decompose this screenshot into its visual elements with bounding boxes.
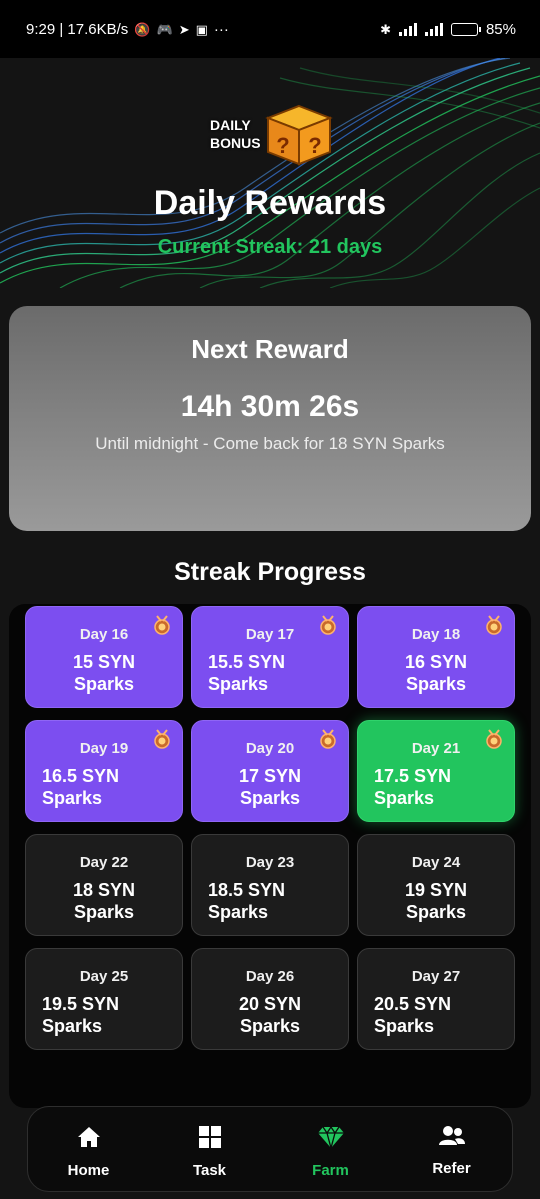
day-reward: 20.5 SYN Sparks	[374, 994, 452, 1036]
day-card-day-22: Day 22 18 SYN Sparks	[25, 834, 183, 936]
status-bar: 9:29 | 17.6KB/s 🔕 🎮 ➤ ▣ ··· ✱ 85%	[0, 0, 540, 58]
next-reward-title: Next Reward	[191, 334, 349, 364]
day-card-day-23: Day 23 18.5 SYN Sparks	[191, 834, 349, 936]
nav-item-task[interactable]: Task	[149, 1107, 270, 1191]
streak-progress-title: Streak Progress	[174, 558, 366, 586]
home-icon	[76, 1125, 102, 1154]
day-card-day-21[interactable]: Day 21 17.5 SYN Sparks	[357, 720, 515, 822]
day-reward: 17 SYN Sparks	[238, 766, 302, 808]
day-label: Day 25	[79, 968, 129, 985]
day-label: Day 27	[411, 968, 461, 985]
battery-percent: 85%	[485, 21, 516, 38]
hero-header: DAILY BONUS ? ? Daily Rewards Current St…	[0, 58, 540, 288]
status-left: 9:29 | 17.6KB/s 🔕 🎮 ➤ ▣ ···	[26, 21, 229, 38]
day-reward: 19.5 SYN Sparks	[42, 994, 120, 1036]
diamond-icon	[317, 1125, 345, 1154]
day-label: Day 22	[79, 854, 129, 871]
day-label: Day 18	[411, 626, 461, 643]
day-card-day-20: Day 20 17 SYN Sparks	[191, 720, 349, 822]
medal-icon	[320, 729, 336, 749]
day-card-day-25: Day 25 19.5 SYN Sparks	[25, 948, 183, 1050]
day-card-day-18: Day 18 16 SYN Sparks	[357, 606, 515, 708]
streak-progress-grid-container[interactable]: Day 16 15 SYN Sparks Day 17 15.5 SYN Sparks…	[9, 604, 531, 1108]
medal-icon	[486, 729, 502, 749]
current-streak: Current Streak: 21 days	[157, 236, 383, 258]
day-reward: 15.5 SYN Sparks	[208, 652, 286, 694]
mystery-box-icon: ? ?	[265, 104, 333, 166]
telegram-icon: ➤	[178, 21, 190, 37]
day-card-day-26: Day 26 20 SYN Sparks	[191, 948, 349, 1050]
day-reward: 16 SYN Sparks	[404, 652, 468, 694]
day-reward: 17.5 SYN Sparks	[374, 766, 452, 808]
day-label: Day 16	[79, 626, 129, 643]
day-label: Day 24	[411, 854, 461, 871]
day-reward: 19 SYN Sparks	[404, 880, 468, 922]
medal-icon	[154, 729, 170, 749]
day-reward: 20 SYN Sparks	[238, 994, 302, 1036]
battery-icon	[450, 23, 481, 36]
day-label: Day 19	[79, 740, 129, 757]
svg-text:?: ?	[276, 133, 289, 158]
day-reward: 18 SYN Sparks	[72, 880, 136, 922]
bottom-navigation: Home Task Farm Refer	[27, 1106, 513, 1192]
daily-bonus-badge: DAILY BONUS ? ?	[206, 104, 336, 166]
app-icon: ▣	[195, 21, 208, 37]
nav-label: Farm	[312, 1162, 349, 1179]
nav-label: Refer	[432, 1160, 471, 1177]
day-label: Day 17	[245, 626, 295, 643]
grid-icon	[198, 1125, 222, 1154]
svg-text:?: ?	[308, 133, 321, 158]
day-card-day-17: Day 17 15.5 SYN Sparks	[191, 606, 349, 708]
game-icon: 🎮	[156, 21, 173, 37]
day-reward: 18.5 SYN Sparks	[208, 880, 286, 922]
medal-icon	[320, 615, 336, 635]
status-time-speed: 9:29 | 17.6KB/s	[26, 21, 129, 38]
nav-item-home[interactable]: Home	[28, 1107, 149, 1191]
day-card-day-24: Day 24 19 SYN Sparks	[357, 834, 515, 936]
day-label: Day 21	[411, 740, 461, 757]
day-label: Day 20	[245, 740, 295, 757]
day-label: Day 23	[245, 854, 295, 871]
page-title: Daily Rewards	[153, 184, 387, 222]
countdown-timer: 14h 30m 26s	[180, 390, 360, 423]
nav-label: Home	[67, 1162, 110, 1179]
next-reward-card: Next Reward 14h 30m 26s Until midnight -…	[9, 306, 531, 531]
status-right: ✱ 85%	[380, 21, 516, 38]
day-reward: 15 SYN Sparks	[72, 652, 136, 694]
streak-day-grid: Day 16 15 SYN Sparks Day 17 15.5 SYN Sparks…	[25, 604, 515, 1050]
medal-icon	[154, 615, 170, 635]
day-reward: 16.5 SYN Sparks	[42, 766, 120, 808]
medal-icon	[486, 615, 502, 635]
mute-notification-icon: 🔕	[134, 21, 151, 37]
more-notifications: ···	[213, 21, 229, 38]
nav-label: Task	[192, 1162, 227, 1179]
nav-item-farm[interactable]: Farm	[270, 1107, 391, 1191]
users-icon	[438, 1125, 466, 1152]
day-card-day-16: Day 16 15 SYN Sparks	[25, 606, 183, 708]
signal-icon	[398, 23, 417, 36]
bluetooth-icon: ✱	[380, 21, 391, 37]
day-label: Day 26	[245, 968, 295, 985]
day-card-day-27: Day 27 20.5 SYN Sparks	[357, 948, 515, 1050]
day-card-day-19: Day 19 16.5 SYN Sparks	[25, 720, 183, 822]
daily-bonus-text: DAILY BONUS	[210, 117, 261, 151]
signal-icon-2	[424, 23, 443, 36]
nav-item-refer[interactable]: Refer	[391, 1107, 512, 1191]
next-reward-subtitle: Until midnight - Come back for 18 SYN Sp…	[95, 434, 445, 453]
